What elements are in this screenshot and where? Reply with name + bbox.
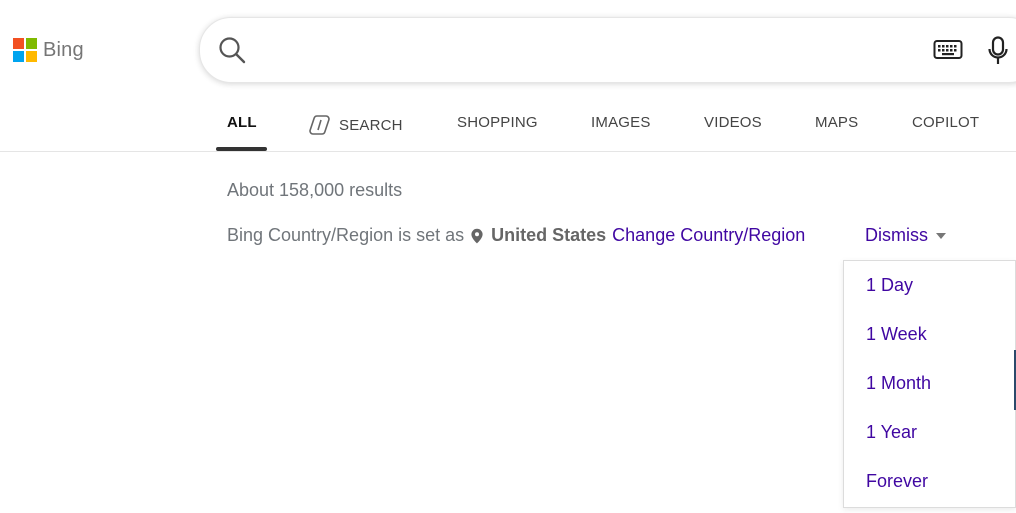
dismiss-button[interactable]: Dismiss (865, 225, 946, 246)
tab-label: SEARCH (339, 116, 403, 134)
tab-images[interactable]: IMAGES (591, 114, 651, 131)
menu-item-1-week[interactable]: 1 Week (866, 324, 927, 345)
active-tab-indicator (216, 147, 267, 151)
tab-all[interactable]: ALL (227, 114, 257, 131)
change-region-link[interactable]: Change Country/Region (612, 225, 805, 246)
search-input[interactable] (260, 32, 914, 70)
tab-shopping[interactable]: SHOPPING (457, 114, 538, 131)
scope-tabs: ALL SEARCH SHOPPING IMAGES VIDEOS MAPS C… (0, 100, 1016, 152)
dismiss-label: Dismiss (865, 225, 928, 245)
menu-item-1-year[interactable]: 1 Year (866, 422, 917, 443)
search-icon[interactable] (218, 36, 246, 64)
tab-label: SHOPPING (457, 114, 538, 131)
tab-label: ALL (227, 114, 257, 131)
menu-item-1-day[interactable]: 1 Day (866, 275, 913, 296)
tab-copilot[interactable]: COPILOT (912, 114, 979, 131)
tab-label: IMAGES (591, 114, 651, 131)
microphone-icon[interactable] (987, 36, 1009, 66)
tab-label: VIDEOS (704, 114, 762, 131)
menu-item-forever[interactable]: Forever (866, 471, 928, 492)
menu-item-1-month[interactable]: 1 Month (866, 373, 931, 394)
keyboard-icon[interactable] (933, 38, 963, 62)
brand-name: Bing (43, 38, 84, 61)
search-box (199, 17, 1016, 83)
results-count: About 158,000 results (227, 180, 403, 200)
region-notice: Bing Country/Region is set as United Sta… (227, 225, 805, 246)
bing-results-page: Bing ALL SEARCH SHOPPING IMAGES VIDEOS M… (0, 0, 1016, 513)
location-pin-icon (471, 228, 483, 243)
microsoft-logo-icon (13, 38, 37, 62)
region-prefix: Bing Country/Region is set as (227, 225, 465, 245)
tab-maps[interactable]: MAPS (815, 114, 858, 131)
tab-label: COPILOT (912, 114, 980, 131)
tab-search[interactable]: SEARCH (309, 114, 403, 136)
copilot-icon (309, 115, 330, 135)
dismiss-menu: 1 Day 1 Week 1 Month 1 Year Forever (843, 260, 1016, 508)
region-country: United States (491, 225, 607, 245)
tab-videos[interactable]: VIDEOS (704, 114, 762, 131)
caret-down-icon (936, 232, 946, 239)
tab-label: MAPS (815, 114, 859, 131)
bing-logo[interactable]: Bing (13, 38, 84, 62)
